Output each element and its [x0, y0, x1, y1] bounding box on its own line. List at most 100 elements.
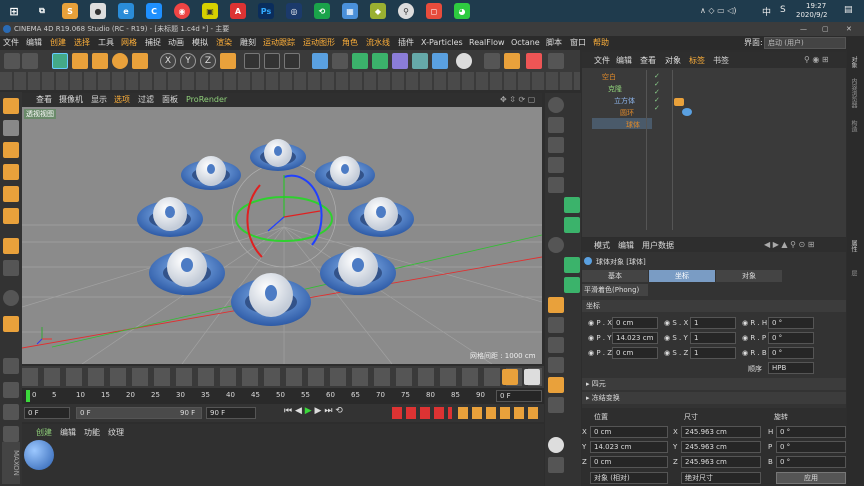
obj-menu-tag[interactable]: 标签 — [689, 54, 705, 68]
material-swatch[interactable] — [24, 440, 54, 470]
size-mode-dropdown[interactable]: 绝对尺寸 — [681, 472, 761, 484]
obj-menu-view[interactable]: 查看 — [640, 54, 656, 68]
start-icon[interactable]: ⊞ — [6, 3, 22, 19]
sy-field[interactable]: 1 — [690, 332, 736, 344]
z-axis-lock-icon[interactable]: Z — [200, 53, 216, 69]
menu-window[interactable]: 窗口 — [570, 36, 586, 50]
anim-tool-b-icon[interactable] — [524, 369, 540, 385]
rt-tool-17-icon[interactable] — [548, 437, 564, 453]
menu-realflow[interactable]: RealFlow — [469, 36, 505, 50]
side-tab-content[interactable]: 内容浏览器 — [849, 78, 858, 108]
ime-lang[interactable]: 中 — [762, 5, 771, 18]
obj-menu-bookmark[interactable]: 书签 — [713, 54, 729, 68]
rb-field[interactable]: 0 ° — [768, 347, 814, 359]
playback-controls[interactable]: ⏮ ◀ ▶ ▶ ⏭ ⟲ — [284, 406, 343, 416]
close-icon[interactable]: ✕ — [846, 22, 852, 36]
vp-menu-camera[interactable]: 摄像机 — [59, 93, 83, 107]
obj-menu-object[interactable]: 对象 — [665, 54, 681, 68]
rp-field[interactable]: 0 ° — [768, 332, 814, 344]
vp-menu-display[interactable]: 显示 — [91, 93, 107, 107]
tree-cloner[interactable]: 克隆 — [608, 84, 622, 94]
tool-d-icon[interactable] — [548, 53, 564, 69]
axis-mode-icon[interactable] — [3, 238, 19, 254]
magnet-icon[interactable] — [3, 316, 19, 332]
texture-mode-icon[interactable] — [3, 142, 19, 158]
pz-field[interactable]: 0 cm — [612, 347, 658, 359]
rt-tool-11-icon[interactable] — [548, 297, 564, 313]
edge-icon[interactable]: e — [118, 3, 134, 19]
tree-torus[interactable]: 圆环 — [620, 108, 634, 118]
polygon-mode-icon[interactable] — [3, 208, 19, 224]
cube-icon[interactable] — [312, 53, 328, 69]
coord-system-icon[interactable] — [220, 53, 236, 69]
menu-tools[interactable]: 工具 — [98, 36, 114, 50]
tag-icon-2[interactable] — [682, 108, 692, 116]
mograph-tool-strip[interactable] — [22, 368, 542, 386]
tab-object[interactable]: 对象 — [716, 270, 782, 282]
tree-null[interactable]: 空白 — [602, 72, 616, 82]
mat-menu-texture[interactable]: 纹理 — [108, 426, 124, 440]
render-settings-icon[interactable] — [284, 53, 300, 69]
mat-menu-create[interactable]: 创建 — [36, 426, 52, 440]
anim-tool-a-icon[interactable] — [502, 369, 518, 385]
menu-animate[interactable]: 动画 — [168, 36, 184, 50]
rt-tool-4-icon[interactable] — [548, 157, 564, 173]
tree-sphere[interactable]: 球体 — [626, 120, 640, 130]
rot-h-field[interactable]: 0 ° — [776, 426, 846, 438]
obj-menu-edit[interactable]: 编辑 — [616, 54, 632, 68]
workplane-icon[interactable] — [3, 358, 19, 374]
size-y-field[interactable]: 245.963 cm — [681, 441, 761, 453]
menu-sculpt[interactable]: 雕刻 — [240, 36, 256, 50]
menu-mesh[interactable]: 网格 — [121, 36, 137, 50]
order-dropdown[interactable]: HPB — [768, 362, 814, 374]
menu-character[interactable]: 角色 — [342, 36, 358, 50]
rt-tool-12-icon[interactable] — [548, 317, 564, 333]
menu-edit[interactable]: 编辑 — [26, 36, 42, 50]
minimize-icon[interactable]: — — [800, 22, 807, 36]
attr-nav-icons[interactable]: ◀ ▶ ▲ ⚲ ⊙ ⊞ — [764, 240, 814, 249]
menu-script[interactable]: 脚本 — [546, 36, 562, 50]
app-icon-4[interactable]: ⟲ — [314, 3, 330, 19]
coord-mode-dropdown[interactable]: 对象 (相对) — [590, 472, 668, 484]
obj-search-icons[interactable]: ⚲ ◉ ⊞ — [804, 55, 829, 64]
rh-field[interactable]: 0 ° — [768, 317, 814, 329]
menu-file[interactable]: 文件 — [3, 36, 19, 50]
pen-icon[interactable] — [332, 53, 348, 69]
ime-s[interactable]: S — [780, 5, 786, 15]
vp-menu-filter[interactable]: 过滤 — [138, 93, 154, 107]
app-icon-7[interactable]: ◻ — [426, 3, 442, 19]
rt-tool-6-icon[interactable] — [564, 197, 580, 213]
frame-end-field[interactable]: 0 F — [496, 390, 542, 402]
menu-help[interactable]: 帮助 — [593, 36, 609, 50]
rt-tool-13-icon[interactable] — [548, 337, 564, 353]
rt-tool-5-icon[interactable] — [548, 177, 564, 193]
mat-menu-function[interactable]: 功能 — [84, 426, 100, 440]
interface-dropdown[interactable]: 启动 (用户) — [764, 37, 846, 49]
maximize-icon[interactable]: ▢ — [822, 22, 829, 36]
vp-menu-options[interactable]: 选项 — [114, 93, 130, 107]
deformer-icon[interactable] — [392, 53, 408, 69]
obj-menu-file[interactable]: 文件 — [594, 54, 610, 68]
live-select-icon[interactable] — [72, 53, 88, 69]
rt-tool-15-icon[interactable] — [548, 377, 564, 393]
coord-z-field[interactable]: 0 cm — [590, 456, 668, 468]
object-mode-icon[interactable] — [3, 120, 19, 136]
side-tab-attributes[interactable]: 属性 — [849, 240, 858, 252]
record-keys[interactable] — [392, 407, 452, 419]
tree-sphere-row[interactable] — [592, 118, 652, 129]
tool-c-icon[interactable] — [526, 53, 542, 69]
move-tool-icon[interactable] — [52, 53, 68, 69]
x-axis-lock-icon[interactable]: X — [160, 53, 176, 69]
timeline-ruler[interactable]: 0 5 10 15 20 25 30 35 40 45 50 55 60 65 … — [22, 388, 544, 404]
py-field[interactable]: 14.023 cm — [612, 332, 658, 344]
menu-mograph[interactable]: 运动图形 — [303, 36, 335, 50]
render-pv-icon[interactable] — [264, 53, 280, 69]
app-icon-2[interactable]: ▣ — [202, 3, 218, 19]
undo-icon[interactable] — [4, 53, 20, 69]
rt-tool-8-icon[interactable] — [548, 237, 564, 253]
rt-tool-1-icon[interactable] — [548, 97, 564, 113]
model-mode-icon[interactable] — [3, 98, 19, 114]
visibility-checks[interactable]: ✓ ✓ ✓ ✓ ✓ — [654, 72, 660, 112]
point-mode-icon[interactable] — [3, 164, 19, 180]
rot-p-field[interactable]: 0 ° — [776, 441, 846, 453]
